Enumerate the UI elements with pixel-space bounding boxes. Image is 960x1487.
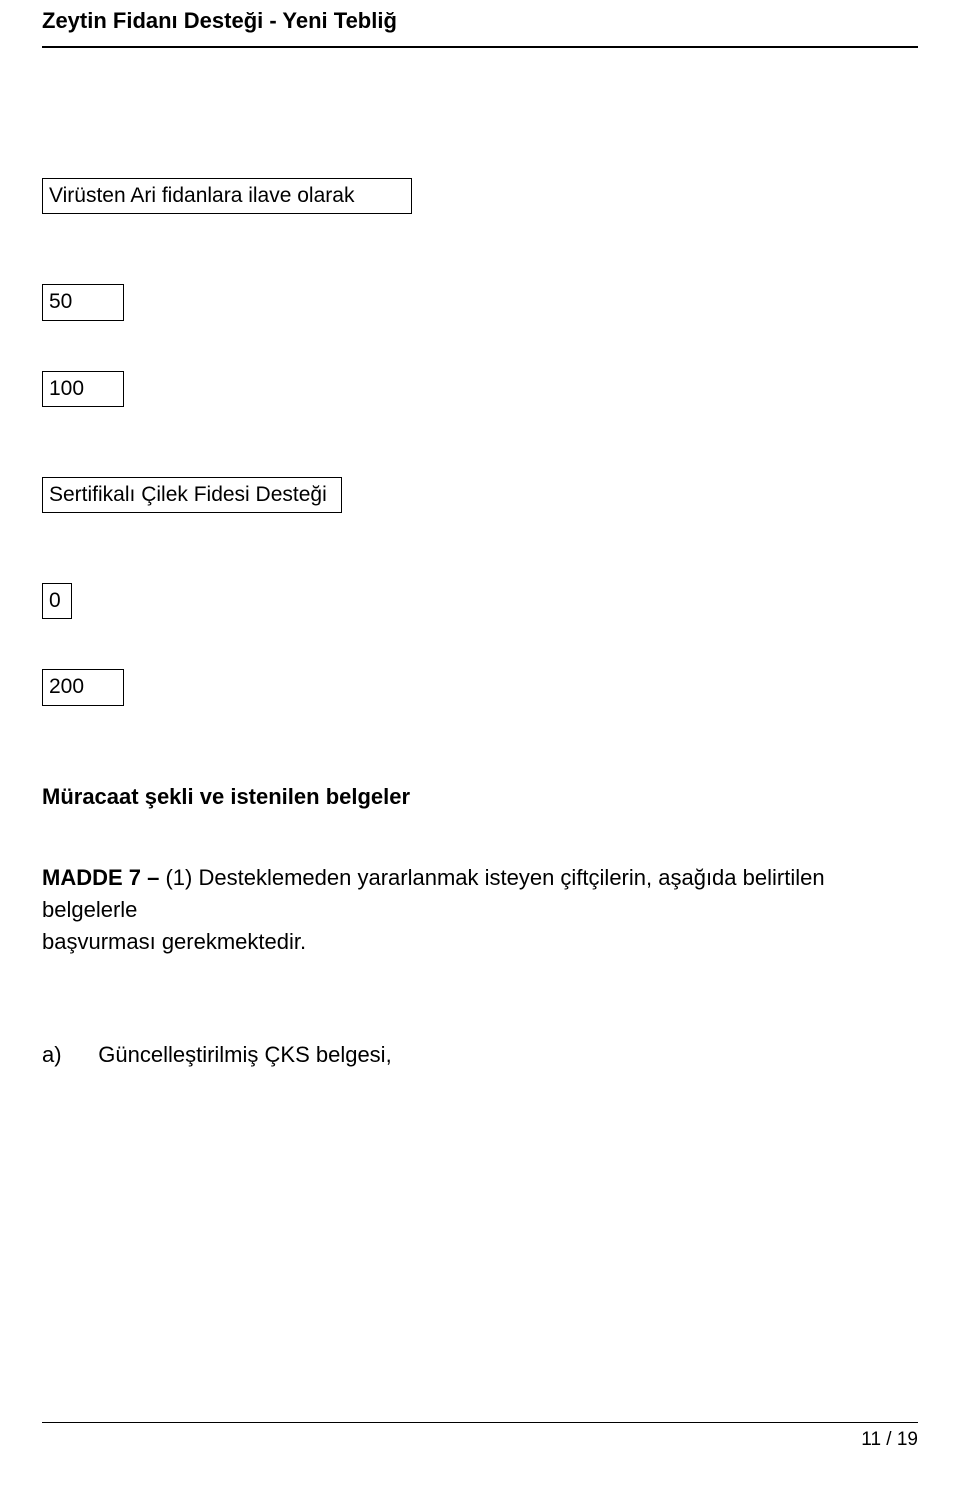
box-sertifikali: Sertifikalı Çilek Fidesi Desteği (42, 477, 342, 513)
box-virusten: Virüsten Ari fidanlara ilave olarak (42, 178, 412, 214)
madde7-body-3: başvurması gerekmektedir. (42, 929, 306, 954)
box-0: 0 (42, 583, 72, 619)
item-a-text: Güncelleştirilmiş ÇKS belgesi, (98, 1042, 391, 1067)
box-100: 100 (42, 371, 124, 407)
item-a: a) Güncelleştirilmiş ÇKS belgesi, (42, 1042, 918, 1068)
section-heading: Müracaat şekli ve istenilen belgeler (42, 784, 918, 810)
page-title: Zeytin Fidanı Desteği - Yeni Tebliğ (42, 0, 918, 34)
page-number: 11 / 19 (42, 1429, 918, 1451)
box-50: 50 (42, 284, 124, 320)
document-page: Zeytin Fidanı Desteği - Yeni Tebliğ Virü… (0, 0, 960, 1487)
madde7-paragraph: MADDE 7 – (1) Desteklemeden yararlanmak … (42, 862, 918, 958)
document-body: Virüsten Ari fidanlara ilave olarak 50 1… (42, 48, 918, 1068)
item-a-label: a) (42, 1042, 62, 1067)
madde7-body-1: (1) Desteklemeden yararlanmak isteyen çi… (165, 865, 652, 890)
madde7-lead: MADDE 7 – (42, 865, 165, 890)
footer-divider (42, 1422, 918, 1423)
box-200: 200 (42, 669, 124, 705)
page-footer: 11 / 19 (42, 1422, 918, 1451)
